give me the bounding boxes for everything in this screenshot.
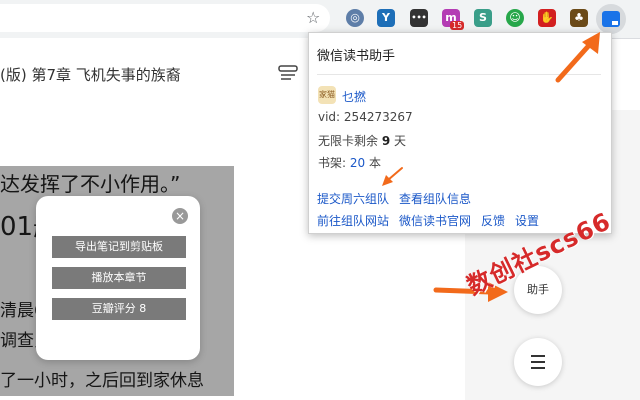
dots-icon[interactable]: ••• bbox=[410, 9, 428, 27]
stop-icon[interactable]: ✋ bbox=[538, 9, 556, 27]
chat-icon[interactable]: ☺ bbox=[506, 9, 524, 27]
menu-icon-bar bbox=[531, 361, 545, 363]
menu-icon-bar bbox=[531, 367, 545, 369]
shelf-value: 20 bbox=[349, 156, 366, 170]
extension-badge: 15 bbox=[450, 21, 465, 30]
days-value: 9 bbox=[381, 134, 391, 148]
days-unit: 天 bbox=[390, 134, 407, 148]
close-icon[interactable]: × bbox=[172, 208, 188, 224]
vid-value: 254273267 bbox=[343, 110, 413, 124]
avatar: 家猫 bbox=[318, 86, 336, 104]
menu-icon-bar bbox=[531, 355, 545, 357]
settings-link[interactable]: 设置 bbox=[515, 212, 539, 229]
catalog-icon[interactable] bbox=[278, 65, 298, 83]
play-chapter-button[interactable]: 播放本章节 bbox=[52, 267, 186, 289]
team-site-link[interactable]: 前往组队网站 bbox=[317, 212, 389, 229]
arrow-to-extension-icon bbox=[555, 32, 600, 83]
s-icon[interactable]: S bbox=[474, 9, 492, 27]
card-days-info: 无限卡剩余 9 天 bbox=[318, 132, 406, 149]
bookmark-star-icon[interactable]: ☆ bbox=[306, 8, 320, 27]
address-bar[interactable] bbox=[0, 4, 330, 32]
popup-title: 微信读书助手 bbox=[317, 49, 396, 64]
vid-info: vid: 254273267 bbox=[318, 110, 413, 124]
arrow-to-submit-link bbox=[382, 167, 403, 186]
vid-label: vid: bbox=[318, 110, 344, 124]
weread-assistant-icon bbox=[602, 11, 620, 27]
user-name[interactable]: 乜撚 bbox=[342, 88, 366, 105]
v-icon[interactable]: Y bbox=[377, 9, 395, 27]
export-notes-button[interactable]: 导出笔记到剪贴板 bbox=[52, 236, 186, 258]
douban-rating-button[interactable]: 豆瓣评分 8 bbox=[52, 298, 186, 320]
chapter-title: (版) 第7章 飞机失事的族裔 bbox=[0, 66, 181, 84]
view-team-link[interactable]: 查看组队信息 bbox=[399, 190, 471, 207]
reader-header: (版) 第7章 飞机失事的族裔 bbox=[0, 38, 330, 111]
shelf-info: 书架: 20 本 bbox=[318, 154, 381, 171]
submit-team-link[interactable]: 提交周六组队 bbox=[317, 190, 389, 207]
plant-icon[interactable]: ♣ bbox=[570, 9, 588, 27]
weread-site-link[interactable]: 微信读书官网 bbox=[399, 212, 471, 229]
circle-icon[interactable]: ◎ bbox=[346, 9, 364, 27]
menu-button[interactable] bbox=[514, 338, 562, 386]
feedback-link[interactable]: 反馈 bbox=[481, 212, 505, 229]
shelf-label: 书架: bbox=[318, 156, 350, 170]
days-label: 无限卡剩余 bbox=[318, 134, 382, 148]
